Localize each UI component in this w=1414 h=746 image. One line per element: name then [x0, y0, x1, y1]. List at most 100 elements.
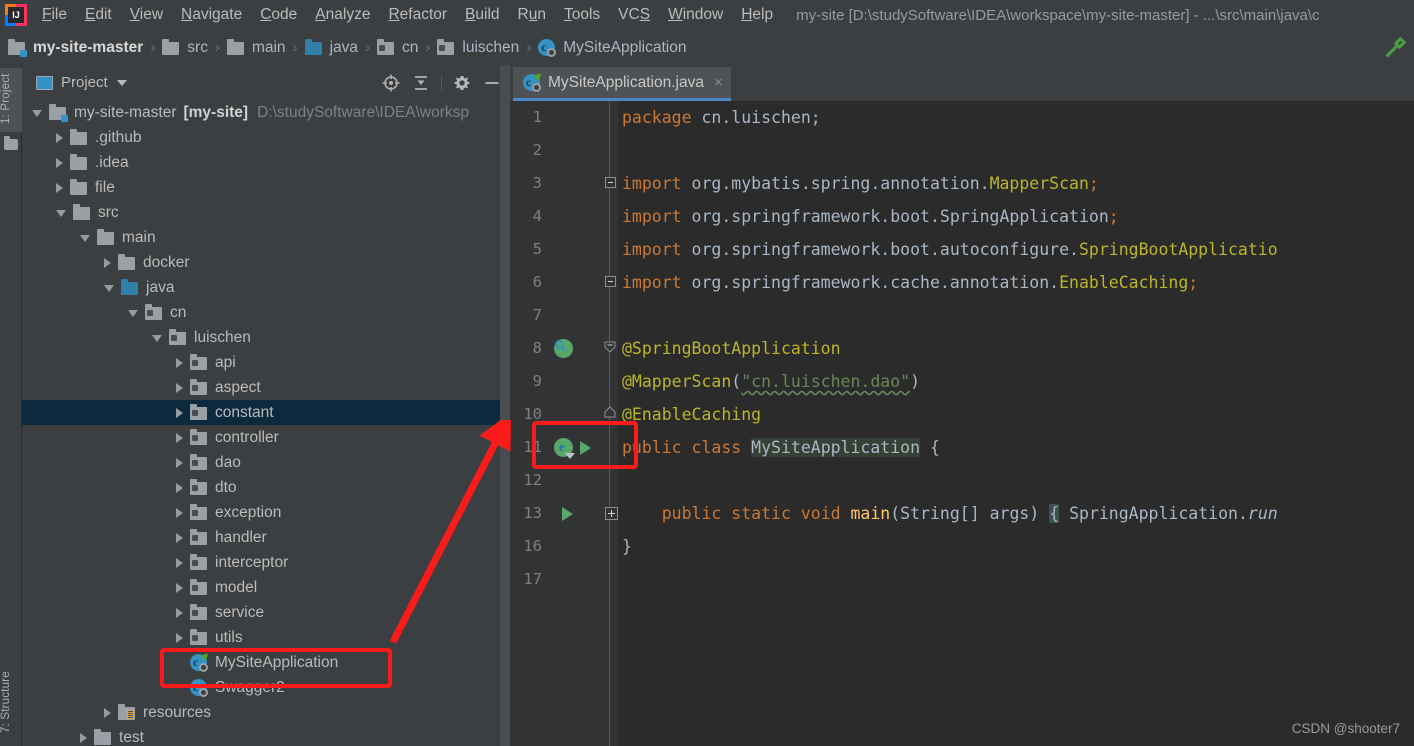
run-main-gutter-icon[interactable]	[562, 507, 573, 521]
tree-node-utils[interactable]: utils	[22, 625, 510, 650]
chevron-down-icon[interactable]	[152, 335, 162, 342]
tree-node-mysiteapplication[interactable]: c MySiteApplication	[22, 650, 510, 675]
tree-node-test[interactable]: test	[22, 725, 510, 746]
breadcrumb-item-java[interactable]: java	[304, 39, 358, 57]
chevron-right-icon[interactable]	[176, 607, 183, 618]
tree-node-service[interactable]: service	[22, 600, 510, 625]
menu-item-window[interactable]: Window	[659, 3, 732, 27]
chevron-right-icon[interactable]	[176, 532, 183, 543]
hammer-icon[interactable]	[1384, 37, 1406, 59]
chevron-right-icon[interactable]	[176, 457, 183, 468]
menu-item-build[interactable]: Build	[456, 3, 508, 27]
fold-collapse-icon[interactable]	[605, 177, 616, 188]
code-line-11[interactable]: 11 e public class MySiteApplication {	[510, 431, 1414, 464]
menu-item-navigate[interactable]: Navigate	[172, 3, 251, 27]
locate-icon[interactable]	[381, 73, 401, 93]
tree-node-docker[interactable]: docker	[22, 250, 510, 275]
menu-item-help[interactable]: Help	[732, 3, 782, 27]
tree-node-mysitemaster[interactable]: my-site-master [my-site] D:\studySoftware\…	[22, 100, 510, 125]
code-line-16[interactable]: 16}	[510, 530, 1414, 563]
tree-node-dao[interactable]: dao	[22, 450, 510, 475]
breadcrumb-item-src[interactable]: src	[162, 39, 208, 57]
breadcrumb-item-my-site-master[interactable]: my-site-master	[8, 39, 143, 57]
panel-splitter[interactable]	[500, 65, 510, 746]
tree-node-swagger2[interactable]: c Swagger2	[22, 675, 510, 700]
breadcrumb-item-luischen[interactable]: luischen	[437, 39, 519, 57]
tree-node-java[interactable]: java	[22, 275, 510, 300]
chevron-down-icon[interactable]	[56, 210, 66, 217]
tree-node-dto[interactable]: dto	[22, 475, 510, 500]
menu-item-edit[interactable]: Edit	[76, 3, 121, 27]
code-line-12[interactable]: 12	[510, 464, 1414, 497]
code-line-8[interactable]: 8 @SpringBootApplication	[510, 332, 1414, 365]
chevron-right-icon[interactable]	[56, 132, 63, 143]
menu-item-file[interactable]: File	[33, 3, 76, 27]
gear-icon[interactable]	[452, 73, 472, 93]
menu-item-analyze[interactable]: Analyze	[306, 3, 379, 27]
tree-node-handler[interactable]: handler	[22, 525, 510, 550]
tree-node-exception[interactable]: exception	[22, 500, 510, 525]
chevron-right-icon[interactable]	[176, 557, 183, 568]
chevron-down-icon[interactable]	[116, 79, 127, 86]
code-line-9[interactable]: 9 @MapperScan("cn.luischen.dao")	[510, 365, 1414, 398]
project-tree[interactable]: my-site-master [my-site] D:\studySoftware\…	[22, 100, 510, 746]
chevron-right-icon[interactable]	[176, 482, 183, 493]
chevron-right-icon[interactable]	[176, 432, 183, 443]
code-line-6[interactable]: 6 import org.springframework.cache.annota…	[510, 266, 1414, 299]
chevron-right-icon[interactable]	[56, 157, 63, 168]
chevron-down-icon[interactable]	[80, 235, 90, 242]
tree-node-file[interactable]: file	[22, 175, 510, 200]
rail-button-project[interactable]: 1: Project	[0, 68, 22, 132]
menu-item-refactor[interactable]: Refactor	[379, 3, 456, 27]
menu-item-code[interactable]: Code	[251, 3, 306, 27]
code-line-10[interactable]: 10 @EnableCaching	[510, 398, 1414, 431]
tree-node-model[interactable]: model	[22, 575, 510, 600]
chevron-down-icon[interactable]	[32, 110, 42, 117]
chevron-down-icon[interactable]	[104, 285, 114, 292]
rail-button-structure[interactable]: 7: Structure	[0, 664, 22, 740]
fold-region-end-icon[interactable]	[604, 405, 616, 418]
tree-node-idea[interactable]: .idea	[22, 150, 510, 175]
code-line-5[interactable]: 5 import org.springframework.boot.autocon…	[510, 233, 1414, 266]
hide-panel-icon[interactable]	[482, 73, 502, 93]
menu-item-run[interactable]: Run	[509, 3, 555, 27]
tree-node-interceptor[interactable]: interceptor	[22, 550, 510, 575]
menu-item-view[interactable]: View	[121, 3, 172, 27]
chevron-right-icon[interactable]	[80, 732, 87, 743]
collapse-all-icon[interactable]	[411, 73, 431, 93]
menu-item-tools[interactable]: Tools	[555, 3, 609, 27]
code-line-4[interactable]: 4 import org.springframework.boot.SpringA…	[510, 200, 1414, 233]
code-editor[interactable]: 1 package cn.luischen; 2 3 import org.mybati…	[510, 101, 1414, 746]
breadcrumb-item-main[interactable]: main	[226, 39, 286, 57]
breadcrumb-item-mysiteapplication[interactable]: c MySiteApplication	[538, 39, 686, 57]
code-line-2[interactable]: 2	[510, 134, 1414, 167]
tree-node-controller[interactable]: controller	[22, 425, 510, 450]
chevron-right-icon[interactable]	[176, 507, 183, 518]
chevron-right-icon[interactable]	[176, 582, 183, 593]
spring-bean-gutter-icon[interactable]	[554, 339, 573, 358]
run-gutter-icon[interactable]	[580, 441, 591, 455]
code-line-7[interactable]: 7	[510, 299, 1414, 332]
spring-boot-gutter-icon[interactable]: e	[554, 438, 575, 459]
tree-node-main[interactable]: main	[22, 225, 510, 250]
close-icon[interactable]: ×	[714, 74, 723, 91]
tree-node-src[interactable]: src	[22, 200, 510, 225]
tree-node-constant[interactable]: constant	[22, 400, 510, 425]
fold-end-icon[interactable]	[605, 276, 616, 287]
editor-tab-mysiteapplication[interactable]: c MySiteApplication.java ×	[513, 67, 731, 101]
breadcrumb-item-cn[interactable]: cn	[377, 39, 418, 57]
tree-node-luischen[interactable]: luischen	[22, 325, 510, 350]
chevron-right-icon[interactable]	[104, 707, 111, 718]
code-line-13[interactable]: 13 public static void main(String[] args…	[510, 497, 1414, 530]
tree-node-aspect[interactable]: aspect	[22, 375, 510, 400]
menu-item-vcs[interactable]: VCS	[609, 3, 659, 27]
chevron-right-icon[interactable]	[176, 382, 183, 393]
chevron-down-icon[interactable]	[128, 310, 138, 317]
chevron-right-icon[interactable]	[56, 182, 63, 193]
tree-node-github[interactable]: .github	[22, 125, 510, 150]
fold-expand-icon[interactable]	[605, 507, 618, 520]
tree-node-cn[interactable]: cn	[22, 300, 510, 325]
code-line-3[interactable]: 3 import org.mybatis.spring.annotation.Ma…	[510, 167, 1414, 200]
chevron-right-icon[interactable]	[176, 407, 183, 418]
code-line-1[interactable]: 1 package cn.luischen;	[510, 101, 1414, 134]
